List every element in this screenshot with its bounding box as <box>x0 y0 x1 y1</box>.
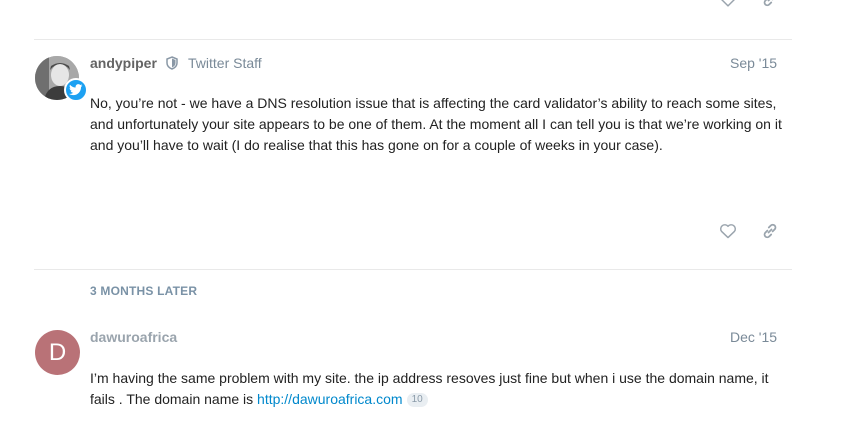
post-date[interactable]: Dec '15 <box>730 329 777 345</box>
username[interactable]: andypiper <box>90 55 157 71</box>
twitter-bird-icon <box>69 84 83 96</box>
like-button-previous[interactable] <box>717 0 739 10</box>
link-click-count: 10 <box>406 393 428 407</box>
avatar[interactable]: D <box>35 330 80 375</box>
heart-icon <box>721 0 735 7</box>
post-body: I’m having the same problem with my site… <box>90 368 790 410</box>
post-divider <box>34 269 792 270</box>
domain-link[interactable]: http://dawuroafrica.com <box>257 391 403 407</box>
time-gap-label: 3 MONTHS LATER <box>90 284 198 298</box>
share-button[interactable] <box>759 220 781 242</box>
post-date[interactable]: Sep '15 <box>730 55 777 71</box>
username[interactable]: dawuroafrica <box>90 329 177 345</box>
heart-icon <box>720 224 736 239</box>
post-divider <box>34 39 792 40</box>
user-title[interactable]: Twitter Staff <box>188 55 262 71</box>
post-text: No, you’re not - we have a DNS resolutio… <box>90 95 782 153</box>
post-body: No, you’re not - we have a DNS resolutio… <box>90 93 790 156</box>
twitter-badge <box>64 78 88 102</box>
post-text: I’m having the same problem with my site… <box>90 368 790 410</box>
link-icon <box>763 223 777 239</box>
topic-thread: andypiper Twitter Staff Sep '15 No, you’… <box>0 0 847 426</box>
link-icon <box>763 0 774 7</box>
post-text-content: I’m having the same problem with my site… <box>90 370 769 407</box>
like-button[interactable] <box>717 220 739 242</box>
share-button-previous[interactable] <box>759 0 781 10</box>
shield-icon <box>166 56 178 75</box>
